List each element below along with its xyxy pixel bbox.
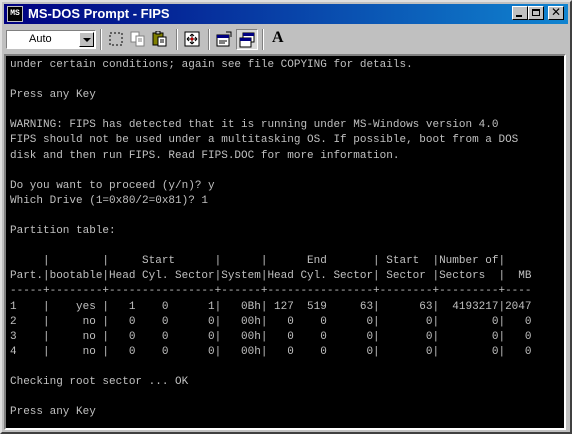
paste-button[interactable] [150, 29, 172, 50]
full-screen-icon [184, 31, 200, 47]
font-size-value: Auto [29, 33, 52, 45]
maximize-icon [532, 9, 540, 16]
console-text: under certain conditions; again see file… [10, 58, 532, 420]
console-line: | | Start | | End | Start |Number of| [10, 255, 506, 268]
font-size-select[interactable]: Auto [6, 30, 96, 49]
console-line: -----+--------+----------------+------+-… [10, 285, 532, 298]
console-line: 2 | no | 0 0 0| 00h| 0 0 0| 0| 0| 0 [10, 315, 532, 328]
font-icon: A [272, 29, 284, 46]
console-line: under certain conditions; again see file… [10, 59, 413, 71]
copy-icon [130, 31, 145, 47]
console-line: disk and then run FIPS. Read FIPS.DOC fo… [10, 149, 400, 162]
full-screen-button[interactable] [182, 29, 204, 50]
console-line: Part.|bootable|Head Cyl. Sector|System|H… [10, 270, 532, 283]
close-icon: ✕ [550, 5, 562, 19]
minimize-button[interactable] [512, 6, 528, 20]
toolbar-separator [262, 29, 264, 50]
title-bar[interactable]: MS MS-DOS Prompt - FIPS ✕ [4, 4, 568, 24]
window-title: MS-DOS Prompt - FIPS [28, 6, 170, 21]
ms-dos-prompt-window: MS MS-DOS Prompt - FIPS ✕ Auto A under c… [0, 0, 572, 434]
properties-icon [216, 31, 232, 47]
console-line: 4 | no | 0 0 0| 00h| 0 0 0| 0| 0| 0 [10, 345, 532, 358]
console-line: WARNING: FIPS has detected that it is ru… [10, 119, 499, 132]
console-line: Press any Key [10, 406, 96, 419]
console-line: Press any Key [10, 89, 96, 102]
copy-button[interactable] [128, 29, 150, 50]
toolbar: Auto A [4, 26, 568, 52]
toolbar-separator [176, 29, 178, 50]
mark-icon [109, 32, 123, 46]
font-button[interactable]: A [268, 29, 290, 50]
paste-icon [152, 31, 167, 47]
console-line: FIPS should not be used under a multitas… [10, 134, 519, 147]
toolbar-separator [100, 29, 102, 50]
console-line: Checking root sector ... OK [10, 375, 189, 388]
maximize-button[interactable] [528, 6, 544, 20]
properties-button[interactable] [214, 29, 236, 50]
console-line: Which Drive (1=0x80/2=0x81)? 1 [10, 194, 209, 207]
background-button[interactable] [236, 29, 258, 50]
console-line: Do you want to proceed (y/n)? y [10, 179, 215, 192]
console-line: 1 | yes | 1 0 1| 0Bh| 127 519 63| 63| 41… [10, 300, 532, 313]
console-line: 3 | no | 0 0 0| 00h| 0 0 0| 0| 0| 0 [10, 330, 532, 343]
close-button[interactable]: ✕ [548, 5, 564, 20]
ms-dos-icon[interactable]: MS [7, 6, 23, 22]
console-line: Partition table: [10, 225, 116, 238]
console-output[interactable]: under certain conditions; again see file… [4, 54, 566, 430]
minimize-icon [516, 15, 522, 17]
background-icon [239, 32, 255, 48]
mark-button[interactable] [106, 29, 128, 50]
toolbar-separator [208, 29, 210, 50]
chevron-down-icon[interactable] [79, 32, 94, 47]
